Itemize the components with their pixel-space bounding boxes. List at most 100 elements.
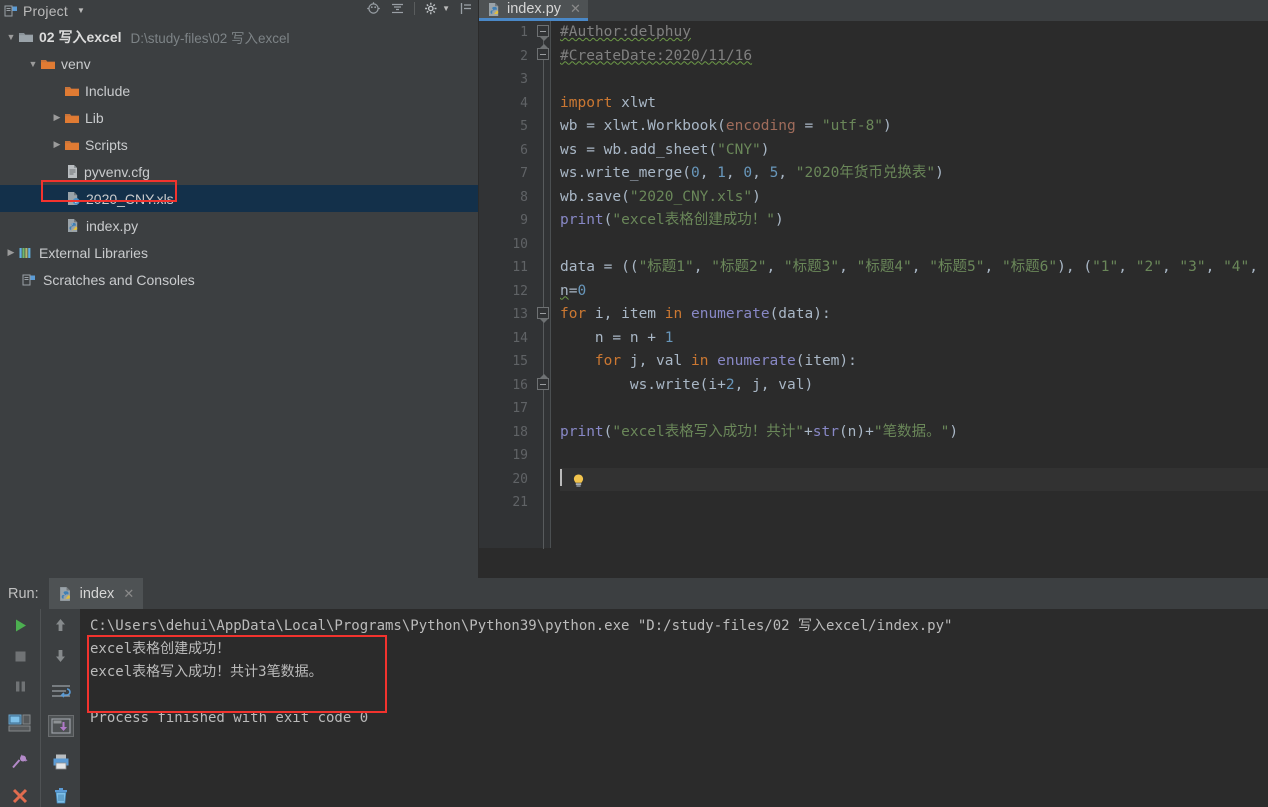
run-console[interactable]: C:\Users\dehui\AppData\Local\Programs\Py… <box>80 609 1268 807</box>
gear-dropdown-chevron-icon[interactable]: ▼ <box>442 4 450 13</box>
code-line-16: ws.write(i+2, j, val) <box>560 376 814 393</box>
code-line-14: n = n + 1 <box>560 329 674 346</box>
tree-row-label: index.py <box>86 217 139 234</box>
tree-row-scripts[interactable]: ▶ Scripts <box>0 131 478 158</box>
toolbar-divider <box>414 2 416 15</box>
code-text-area[interactable]: #Author:delphuy #CreateDate:2020/11/16 i… <box>550 21 1268 548</box>
collapse-all-icon[interactable] <box>390 1 405 16</box>
tree-row-pyvenv-cfg[interactable]: pyvenv.cfg <box>0 158 478 185</box>
tree-row-label: 02 写入excel <box>39 28 122 45</box>
tree-row-scratches-and-consoles[interactable]: Scratches and Consoles <box>0 266 478 293</box>
lightbulb-icon[interactable] <box>570 473 587 490</box>
scroll-to-end-icon[interactable] <box>47 714 74 738</box>
tree-row-path: D:\study-files\02 写入excel <box>130 30 290 46</box>
fold-marker-line-16[interactable] <box>537 374 549 390</box>
code-line-7: ws.write_merge(0, 1, 0, 5, "2020年货币兑换表") <box>560 165 944 181</box>
run-tab-index[interactable]: index ✕ <box>48 578 144 609</box>
tree-row-include[interactable]: ▶ Include <box>0 77 478 104</box>
run-panel: Run: index ✕ C:\Users\dehui\AppData\Loca… <box>0 578 1268 807</box>
tree-row-label: Scripts <box>85 136 128 153</box>
fold-marker-line-2[interactable] <box>537 44 549 60</box>
tree-row-external-libraries[interactable]: ▶ External Libraries <box>0 239 478 266</box>
tab-label: index.py <box>507 1 562 17</box>
project-panel-title: Project <box>23 2 68 19</box>
tree-row-module-root[interactable]: ▼ 02 写入excel D:\study-files\02 写入excel <box>0 23 478 50</box>
code-line-15: for j, val in enumerate(item): <box>594 353 857 369</box>
stop-icon[interactable] <box>7 646 33 668</box>
run-toolbar-right[interactable] <box>40 609 80 807</box>
settings-gear-icon[interactable] <box>424 1 439 16</box>
svg-text:x: x <box>75 199 78 205</box>
chevron-down-icon[interactable]: ▼ <box>77 6 85 15</box>
code-editor[interactable]: 1 2 3 4 5 6 7 8 9 10 11 12 13 14 15 16 1… <box>479 21 1268 549</box>
up-arrow-icon[interactable] <box>48 615 74 637</box>
fold-markers-bar[interactable] <box>537 21 550 549</box>
code-line-6: ws = wb.add_sheet("CNY") <box>560 141 770 158</box>
editor-tabbar: index.py ✕ <box>479 0 1268 21</box>
scratches-icon <box>22 273 38 287</box>
console-line-command: C:\Users\dehui\AppData\Local\Programs\Py… <box>90 618 953 634</box>
close-icon[interactable]: ✕ <box>570 1 581 17</box>
console-line-1: excel表格创建成功！ <box>90 641 231 657</box>
project-tree[interactable]: ▼ 02 写入excel D:\study-files\02 写入excel ▼ <box>0 21 478 293</box>
config-file-icon <box>66 164 79 179</box>
trash-icon[interactable] <box>48 785 74 807</box>
code-line-9: print("excel表格创建成功！") <box>560 212 784 228</box>
code-line-4: import xlwt <box>560 94 657 111</box>
run-toolbar-left[interactable] <box>0 609 40 807</box>
text-caret <box>560 468 562 486</box>
run-tab-label: index <box>79 585 115 602</box>
editor-gutter[interactable]: 1 2 3 4 5 6 7 8 9 10 11 12 13 14 15 16 1… <box>479 21 550 549</box>
code-line-1: #Author:delphuy <box>560 24 691 40</box>
tab-index-py[interactable]: index.py ✕ <box>479 0 588 21</box>
code-line-13: for i, item in enumerate(data): <box>560 306 831 322</box>
folder-icon <box>64 84 80 98</box>
run-panel-label: Run: <box>8 585 39 602</box>
folder-module-icon <box>18 30 34 44</box>
code-line-5: wb = xlwt.Workbook(encoding = "utf-8") <box>560 118 892 134</box>
soft-wrap-icon[interactable] <box>48 681 74 703</box>
project-panel-header: Project ▼ ▼ <box>0 0 478 21</box>
run-tabbar: Run: index ✕ <box>0 578 1268 609</box>
folder-icon <box>64 138 80 152</box>
code-line-8: wb.save("2020_CNY.xls") <box>560 188 761 205</box>
fold-marker-line-1[interactable] <box>537 25 549 41</box>
chevron-expanded-icon[interactable]: ▼ <box>26 59 40 69</box>
chevron-collapsed-icon[interactable]: ▶ <box>50 112 64 123</box>
folder-icon <box>64 111 80 125</box>
close-icon[interactable]: ✕ <box>123 586 134 602</box>
pycharm-window: Project ▼ ▼ ▼ 02 写入excel D:\study-files\… <box>0 0 1268 807</box>
chevron-expanded-icon[interactable]: ▼ <box>4 32 18 42</box>
folder-icon <box>40 57 56 71</box>
pause-icon[interactable] <box>7 676 33 698</box>
console-line-exit: Process finished with exit code 0 <box>90 710 369 726</box>
editor-area: index.py ✕ 1 2 3 4 5 6 7 8 9 10 11 12 13… <box>479 0 1268 578</box>
chevron-collapsed-icon[interactable]: ▶ <box>4 247 18 258</box>
locate-icon[interactable] <box>366 1 381 16</box>
project-panel: Project ▼ ▼ ▼ 02 写入excel D:\study-files\… <box>0 0 479 578</box>
close-icon[interactable] <box>7 786 33 807</box>
run-icon[interactable] <box>7 615 33 637</box>
code-line-20 <box>560 467 1268 491</box>
hide-panel-icon[interactable] <box>459 1 474 16</box>
tree-row-venv[interactable]: ▼ venv <box>0 50 478 77</box>
tree-row-lib[interactable]: ▶ Lib <box>0 104 478 131</box>
tree-row-2020-cny-xls[interactable]: x 2020_CNY.xls <box>0 185 478 212</box>
tree-row-index-py[interactable]: index.py <box>0 212 478 239</box>
pin-icon[interactable] <box>7 751 33 773</box>
tree-row-label: Scratches and Consoles <box>43 271 195 288</box>
down-arrow-icon[interactable] <box>48 645 74 667</box>
tree-row-label: Lib <box>85 109 104 126</box>
code-line-11: data = (("标题1", "标题2", "标题3", "标题4", "标题… <box>560 259 1268 275</box>
restore-layout-icon[interactable] <box>7 713 33 735</box>
chevron-collapsed-icon[interactable]: ▶ <box>50 139 64 150</box>
console-line-2: excel表格写入成功！共计3笔数据。 <box>90 664 323 680</box>
project-view-icon <box>4 4 18 18</box>
fold-marker-line-13[interactable] <box>537 307 549 323</box>
print-icon[interactable] <box>48 751 74 773</box>
